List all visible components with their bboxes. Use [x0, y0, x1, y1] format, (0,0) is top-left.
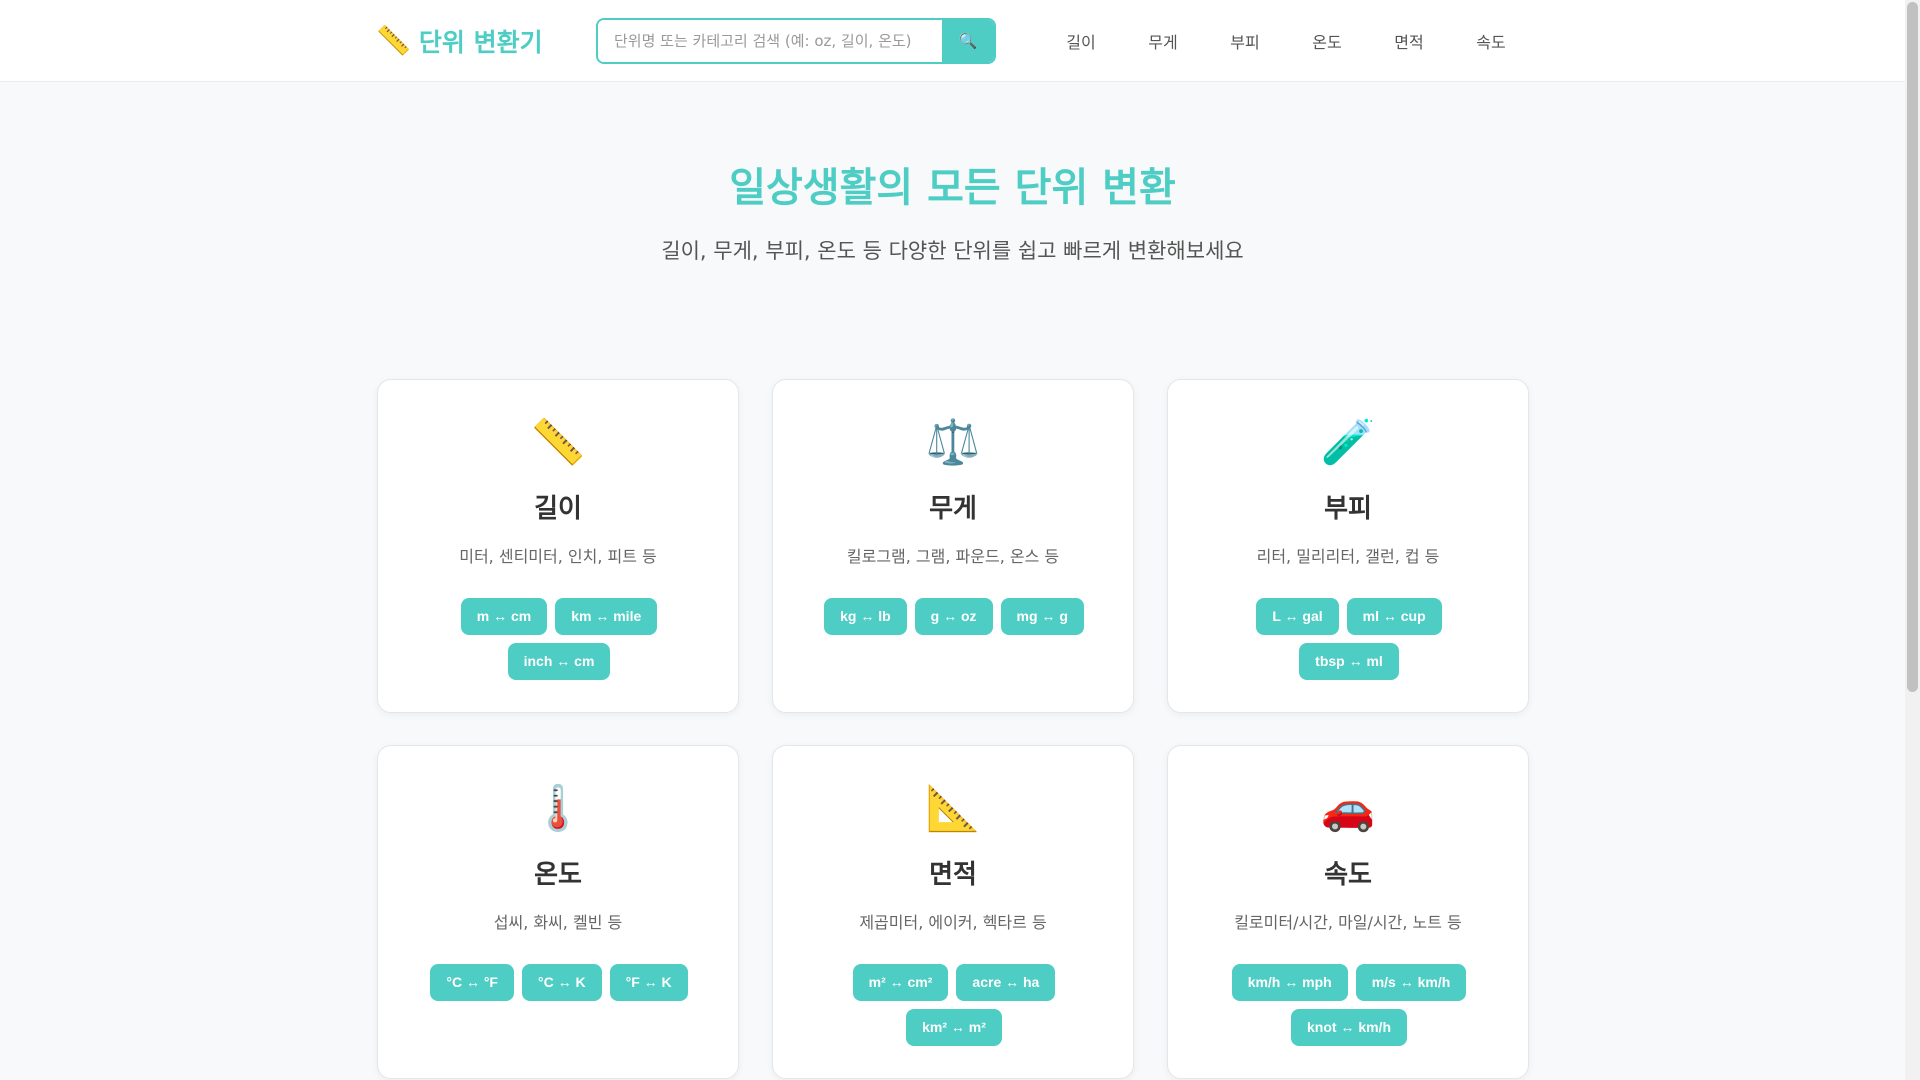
thermometer-icon: 🌡️	[530, 783, 586, 834]
conversion-chips: m ↔ cm km ↔ mile inch ↔ cm	[418, 598, 700, 680]
category-card-temperature[interactable]: 🌡️ 온도섭씨, 화씨, 켈빈 등 °C ↔ °F °C ↔ K °F ↔ K	[377, 745, 739, 1079]
conversion-chip[interactable]: tbsp ↔ ml	[1299, 643, 1399, 680]
conversion-chip[interactable]: acre ↔ ha	[956, 964, 1056, 1001]
conversion-chip[interactable]: km² ↔ m²	[906, 1009, 1002, 1046]
nav-item-speed[interactable]: 속도	[1450, 29, 1532, 53]
logo-text: 단위 변환기	[418, 28, 543, 57]
scale-icon: ⚖️	[925, 417, 981, 468]
ruler-icon: 📏	[376, 24, 411, 57]
category-description: 미터, 센티미터, 인치, 피트 등	[459, 547, 657, 566]
scrollbar-thumb[interactable]	[1907, 2, 1918, 692]
category-card-weight[interactable]: ⚖️ 무게킬로그램, 그램, 파운드, 온스 등 kg ↔ lb g ↔ oz mg ↔…	[772, 379, 1134, 713]
conversion-chip[interactable]: inch ↔ cm	[507, 643, 611, 680]
search-bar: 🔍	[596, 18, 996, 64]
conversion-chips: kg ↔ lb g ↔ oz mg ↔ g	[813, 598, 1095, 635]
category-card-length[interactable]: 📏 길이미터, 센티미터, 인치, 피트 등 m ↔ cm km ↔ mile inch…	[377, 379, 739, 713]
triangle-ruler-icon: 📐	[925, 783, 981, 834]
nav-item-length[interactable]: 길이	[1040, 29, 1122, 53]
conversion-chip[interactable]: m² ↔ cm²	[852, 964, 949, 1001]
logo[interactable]: 📏 단위 변환기	[376, 22, 543, 60]
category-title: 면적	[929, 860, 977, 890]
category-title: 부피	[1324, 494, 1372, 524]
nav-item-temperature[interactable]: 온도	[1286, 29, 1368, 53]
conversion-chip[interactable]: knot ↔ km/h	[1290, 1009, 1407, 1046]
conversion-chip[interactable]: °C ↔ K	[521, 964, 602, 1001]
category-description: 리터, 밀리리터, 갤런, 컵 등	[1256, 547, 1440, 566]
category-title: 길이	[534, 494, 582, 524]
nav-item-volume[interactable]: 부피	[1204, 29, 1286, 53]
conversion-chip[interactable]: kg ↔ lb	[824, 598, 907, 635]
conversion-chips: °C ↔ °F °C ↔ K °F ↔ K	[418, 964, 700, 1001]
page-scrollbar[interactable]	[1905, 0, 1920, 1080]
search-input[interactable]	[598, 20, 942, 62]
conversion-chip[interactable]: mg ↔ g	[1000, 598, 1084, 635]
conversion-chip[interactable]: °F ↔ K	[609, 964, 688, 1001]
conversion-chips: km/h ↔ mph m/s ↔ km/h knot ↔ km/h	[1208, 964, 1490, 1046]
hero-subtitle: 길이, 무게, 부피, 온도 등 다양한 단위를 쉽고 빠르게 변환해보세요	[661, 239, 1244, 263]
category-card-speed[interactable]: 🚗 속도킬로미터/시간, 마일/시간, 노트 등 km/h ↔ mph m/s ↔ k…	[1167, 745, 1529, 1079]
ruler-icon: 📏	[530, 417, 586, 468]
nav-item-weight[interactable]: 무게	[1122, 29, 1204, 53]
main-nav: 길이 무게 부피 온도 면적 속도	[1040, 0, 1532, 82]
conversion-chip[interactable]: m/s ↔ km/h	[1355, 964, 1467, 1001]
conversion-chip[interactable]: °C ↔ °F	[430, 964, 514, 1001]
search-icon: 🔍	[958, 33, 978, 50]
hero-title: 일상생활의 모든 단위 변환	[729, 165, 1176, 211]
conversion-chip[interactable]: ml ↔ cup	[1346, 598, 1442, 635]
conversion-chip[interactable]: km ↔ mile	[555, 598, 658, 635]
category-description: 섭씨, 화씨, 켈빈 등	[493, 913, 623, 932]
conversion-chip[interactable]: m ↔ cm	[460, 598, 548, 635]
conversion-chip[interactable]: L ↔ gal	[1256, 598, 1339, 635]
conversion-chips: m² ↔ cm² acre ↔ ha km² ↔ m²	[813, 964, 1095, 1046]
category-title: 무게	[929, 494, 977, 524]
category-card-volume[interactable]: 🧪 부피리터, 밀리리터, 갤런, 컵 등 L ↔ gal ml ↔ cup tbsp …	[1167, 379, 1529, 713]
category-title: 온도	[534, 860, 582, 890]
test-tube-icon: 🧪	[1320, 417, 1376, 468]
top-header: 📏 단위 변환기 🔍 길이 무게 부피 온도 면적 속도	[0, 0, 1905, 82]
category-card-area[interactable]: 📐 면적제곱미터, 에이커, 헥타르 등 m² ↔ cm² acre ↔ ha km² …	[772, 745, 1134, 1079]
car-icon: 🚗	[1320, 783, 1376, 834]
nav-item-area[interactable]: 면적	[1368, 29, 1450, 53]
conversion-chip[interactable]: km/h ↔ mph	[1231, 964, 1348, 1001]
category-description: 제곱미터, 에이커, 헥타르 등	[859, 913, 1047, 932]
conversion-chips: L ↔ gal ml ↔ cup tbsp ↔ ml	[1208, 598, 1490, 680]
category-description: 킬로미터/시간, 마일/시간, 노트 등	[1234, 913, 1462, 932]
conversion-chip[interactable]: g ↔ oz	[914, 598, 993, 635]
search-button[interactable]: 🔍	[942, 20, 994, 62]
category-description: 킬로그램, 그램, 파운드, 온스 등	[846, 547, 1060, 566]
category-title: 속도	[1324, 860, 1372, 890]
